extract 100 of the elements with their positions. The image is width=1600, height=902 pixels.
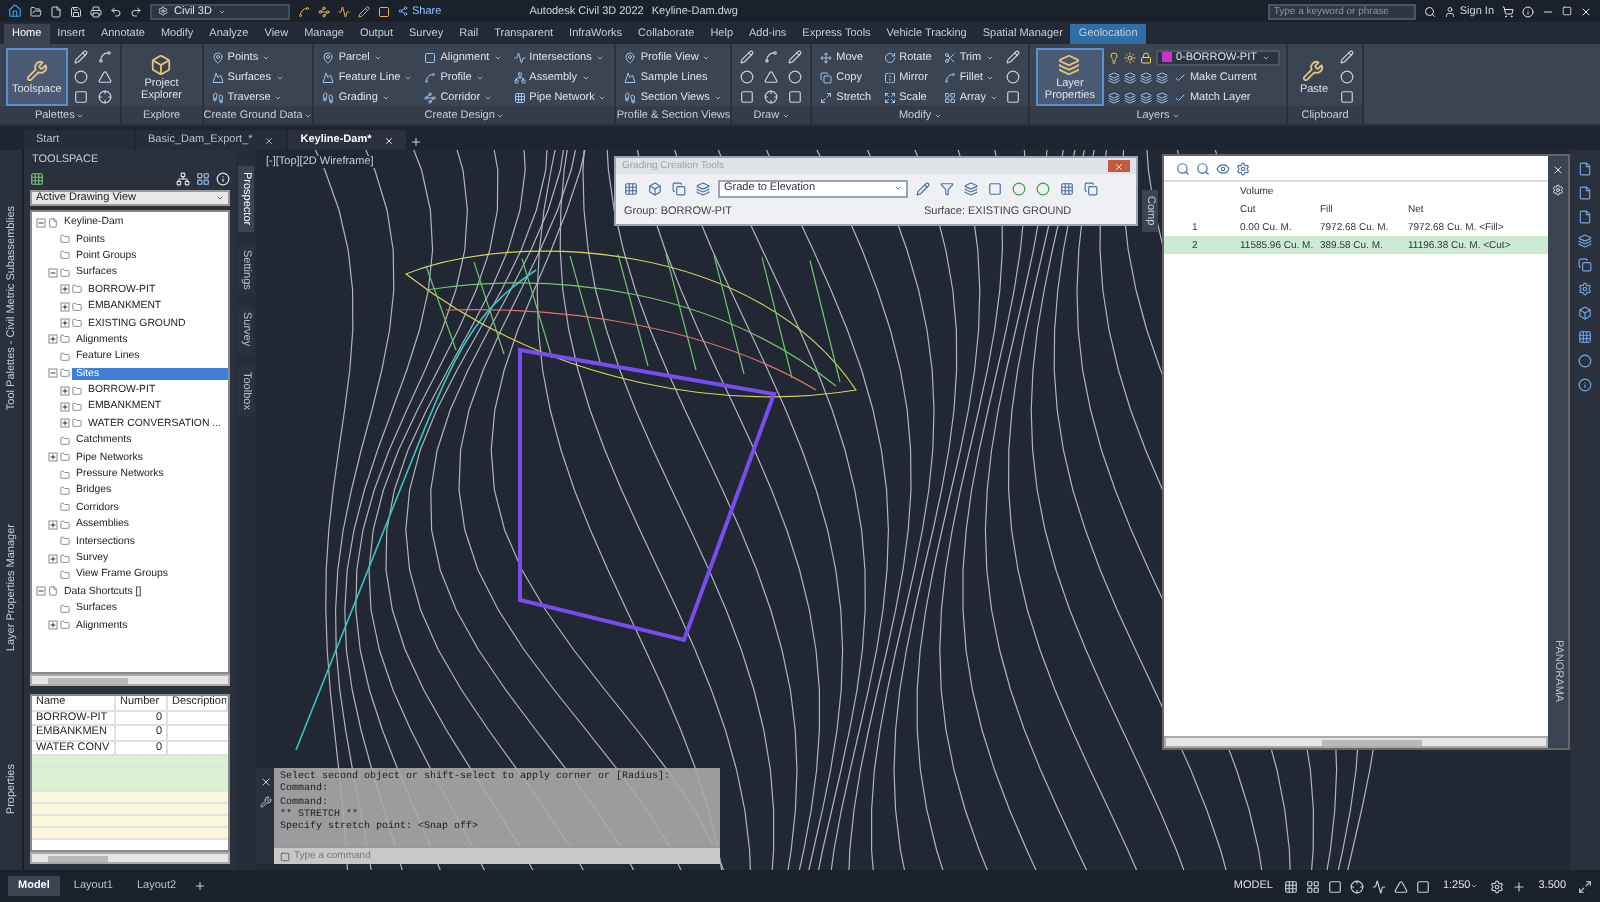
circle-icon bbox=[1012, 181, 1026, 195]
expand-toggle[interactable] bbox=[60, 301, 70, 312]
square-icon bbox=[988, 181, 1002, 195]
crosshair-icon bbox=[97, 90, 112, 104]
footprints-icon bbox=[211, 91, 224, 103]
layers-icon bbox=[1123, 91, 1136, 103]
folder-icon bbox=[60, 536, 70, 547]
expand-toggle[interactable] bbox=[60, 401, 70, 412]
toolbar-button[interactable] bbox=[670, 179, 688, 197]
expand-toggle[interactable] bbox=[48, 267, 58, 278]
expand-toggle[interactable] bbox=[48, 620, 58, 631]
toolbar-button[interactable] bbox=[622, 179, 640, 197]
toolbar-button[interactable] bbox=[1338, 88, 1357, 106]
pencil-icon bbox=[740, 50, 755, 64]
circle-icon bbox=[740, 70, 755, 84]
lock-icon bbox=[1139, 51, 1152, 63]
settings-icon bbox=[158, 6, 168, 16]
cube-icon bbox=[648, 181, 662, 195]
layers-icon bbox=[696, 181, 710, 195]
maximize-icon bbox=[1562, 6, 1572, 16]
folder-icon bbox=[72, 301, 82, 312]
redo-icon bbox=[130, 5, 142, 17]
grid-icon bbox=[513, 91, 526, 103]
scrollbar[interactable] bbox=[1164, 736, 1548, 748]
scrollbar[interactable] bbox=[30, 674, 230, 686]
rectangle-icon bbox=[740, 90, 755, 104]
expand-toggle[interactable] bbox=[48, 334, 58, 345]
user-icon bbox=[1443, 5, 1456, 17]
footprints-icon bbox=[624, 91, 637, 103]
pencil-icon bbox=[788, 50, 803, 64]
toolbar-button[interactable] bbox=[95, 48, 114, 66]
filter-icon bbox=[940, 181, 954, 195]
print-icon bbox=[90, 5, 102, 17]
toolbar-button[interactable] bbox=[986, 179, 1004, 197]
triangle-icon bbox=[97, 70, 112, 84]
document-icon bbox=[48, 217, 58, 228]
circle-icon bbox=[1036, 181, 1050, 195]
circle-icon bbox=[1005, 70, 1020, 84]
expand-toggle[interactable] bbox=[60, 318, 70, 329]
grid-icon bbox=[1060, 181, 1074, 195]
search-icon bbox=[1423, 5, 1436, 17]
expand-toggle[interactable] bbox=[60, 418, 70, 429]
folder-icon bbox=[60, 485, 70, 496]
expand-toggle[interactable] bbox=[36, 217, 46, 228]
scrollbar[interactable] bbox=[30, 852, 230, 864]
toolbar-button[interactable] bbox=[1010, 179, 1028, 197]
toolbar-button[interactable] bbox=[762, 48, 781, 66]
copy-icon bbox=[820, 71, 833, 83]
toolbar-button[interactable] bbox=[914, 179, 932, 197]
expand-toggle[interactable] bbox=[36, 586, 46, 597]
share-icon bbox=[398, 6, 408, 16]
rectangle-icon bbox=[1340, 90, 1355, 104]
mountain-icon bbox=[624, 71, 637, 83]
toolbar-button[interactable] bbox=[1034, 179, 1052, 197]
triangle-icon bbox=[764, 70, 779, 84]
wrench-icon bbox=[1302, 59, 1325, 81]
folder-icon bbox=[60, 469, 70, 480]
drawing-canvas[interactable] bbox=[256, 150, 1570, 870]
folder-icon bbox=[72, 284, 82, 295]
toolbar-button[interactable] bbox=[646, 179, 664, 197]
layers-icon bbox=[1139, 91, 1152, 103]
save-icon bbox=[70, 5, 82, 17]
close-icon bbox=[1552, 164, 1564, 176]
expand-toggle[interactable] bbox=[60, 284, 70, 295]
layers-icon bbox=[1058, 53, 1081, 75]
new-tab-button[interactable] bbox=[407, 132, 426, 150]
pin-icon bbox=[322, 51, 335, 63]
curve-icon bbox=[943, 71, 956, 83]
expand-toggle[interactable] bbox=[48, 553, 58, 563]
toolbar-button[interactable] bbox=[1058, 179, 1076, 197]
expand-toggle[interactable] bbox=[60, 385, 70, 396]
rectangle-icon bbox=[73, 90, 88, 104]
plus-icon bbox=[193, 880, 206, 892]
quick-tool-icon bbox=[378, 5, 390, 17]
crosshair-icon bbox=[1350, 879, 1365, 893]
rectangle-icon bbox=[1005, 90, 1020, 104]
expand-toggle[interactable] bbox=[48, 519, 58, 530]
quick-tool-icon bbox=[298, 5, 310, 17]
crosshair-icon bbox=[764, 90, 779, 104]
minimize-icon bbox=[1542, 5, 1554, 17]
toolbar-button[interactable] bbox=[694, 179, 712, 197]
mirror-icon bbox=[883, 71, 896, 83]
folder-icon bbox=[60, 250, 70, 261]
new-layout-button[interactable] bbox=[190, 877, 209, 895]
folder-icon bbox=[60, 553, 70, 563]
toolbar-button[interactable] bbox=[962, 179, 980, 197]
plus-icon bbox=[410, 135, 423, 147]
toolbar-button[interactable] bbox=[938, 179, 956, 197]
layers-icon bbox=[1107, 71, 1120, 83]
close-button[interactable] bbox=[1108, 160, 1130, 172]
toolbar-button[interactable] bbox=[1082, 179, 1100, 197]
quick-tool-icon bbox=[358, 5, 370, 17]
waypoints-icon bbox=[424, 91, 437, 103]
curve-icon bbox=[424, 71, 437, 83]
expand-toggle[interactable] bbox=[48, 368, 58, 379]
toolbar-button[interactable] bbox=[1003, 88, 1022, 106]
layers-icon bbox=[1123, 71, 1136, 83]
folder-icon bbox=[60, 435, 70, 446]
lightbulb-icon bbox=[1107, 51, 1120, 63]
expand-toggle[interactable] bbox=[48, 452, 58, 463]
